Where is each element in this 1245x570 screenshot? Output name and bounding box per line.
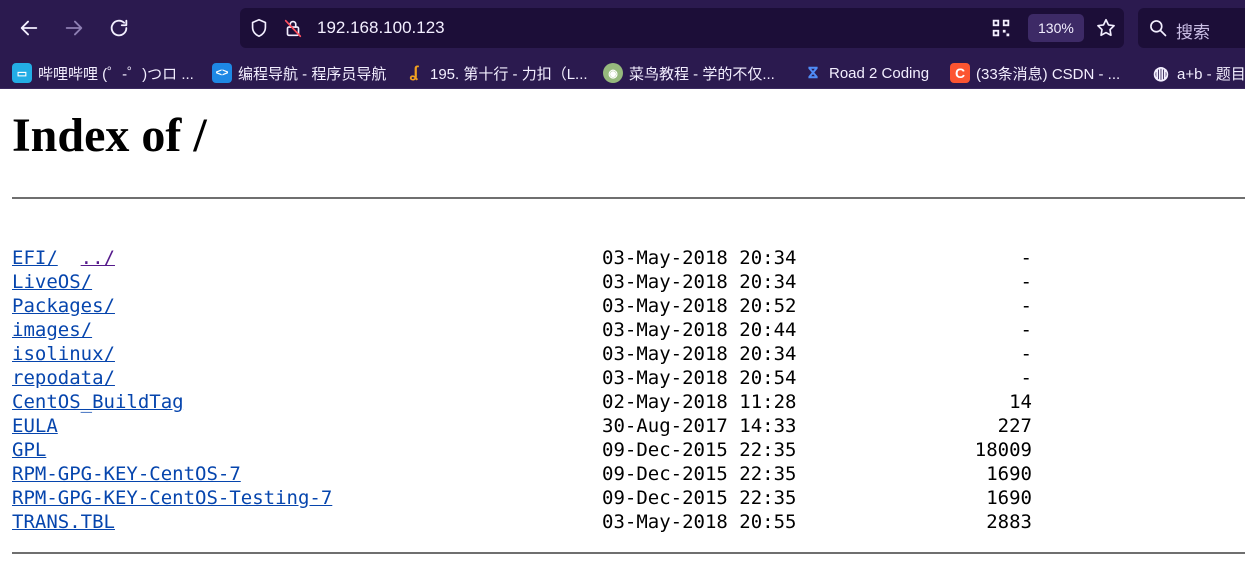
entry-link[interactable]: Packages/ [12,295,115,317]
entry-link[interactable]: repodata/ [12,367,115,389]
entry-date: 03-May-2018 20:34 [602,271,797,293]
bookmark-star-icon[interactable] [1095,17,1117,39]
bookmark-leetcode[interactable]: ʆ 195. 第十行 - 力扣（L... [404,61,588,85]
listing-row: images/03-May-2018 20:44 - [12,318,1052,342]
entry-size: - [1020,247,1032,269]
entry-size: - [1020,319,1032,341]
entry-link[interactable]: GPL [12,439,46,461]
top-divider [12,197,1245,199]
insecure-lock-icon[interactable] [282,17,304,39]
bookmarks-bar: ▭ 哔哩哔哩 (゜-゜)つロ ... <> 编程导航 - 程序员导航 ʆ 195… [0,57,1245,89]
listing-row: GPL 09-Dec-2015 22:35 18009 [12,438,1052,462]
leetcode-icon: ʆ [409,64,419,81]
parent-row: ../ [12,222,1052,269]
entry-size: - [1020,367,1032,389]
entry-date: 03-May-2018 20:44 [602,319,797,341]
zoom-level-button[interactable]: 130% [1028,14,1084,42]
entry-link[interactable]: EFI/ [12,247,58,269]
forward-button[interactable] [57,11,91,45]
listing-row: EFI/03-May-2018 20:34 - [12,246,1052,270]
bookmark-a-plus-b[interactable]: ◍ a+b - 题目 [1151,61,1245,85]
browser-toolbar: 192.168.100.123 130% 搜索 [0,0,1245,57]
code-nav-icon: <> [212,63,232,83]
entry-date: 09-Dec-2015 22:35 [602,439,797,461]
directory-listing: ../ EFI/03-May-2018 20:34- LiveOS/03-May-… [12,222,1052,534]
entry-date: 30-Aug-2017 14:33 [602,415,797,437]
entry-size: - [1020,343,1032,365]
listing-row: TRANS.TBL 03-May-2018 20:55 2883 [12,510,1052,534]
entry-link[interactable]: images/ [12,319,92,341]
back-button[interactable] [12,11,46,45]
bookmark-label: (33条消息) CSDN - ... [976,65,1121,83]
entry-size: 18009 [974,439,1032,461]
bookmark-road2coding[interactable]: ⴵ Road 2 Coding [803,61,929,85]
bookmark-label: 菜鸟教程 - 学的不仅... [629,65,775,83]
entry-link[interactable]: RPM-GPG-KEY-CentOS-Testing-7 [12,487,332,509]
entry-link[interactable]: EULA [12,415,58,437]
entry-size: 227 [997,415,1032,437]
page-content: Index of / ../ EFI/03-May-2018 20:34- Liv… [0,89,1245,570]
page-title: Index of / [12,109,207,162]
csdn-icon: C [950,63,970,83]
address-bar[interactable]: 192.168.100.123 130% [240,8,1124,48]
bilibili-icon: ▭ [12,63,32,83]
listing-row: repodata/03-May-2018 20:54 - [12,366,1052,390]
entry-size: 1690 [986,487,1032,509]
bookmark-bilibili[interactable]: ▭ 哔哩哔哩 (゜-゜)つロ ... [12,61,194,85]
entry-size: 2883 [986,511,1032,533]
listing-row: LiveOS/03-May-2018 20:34 - [12,270,1052,294]
entry-size: 14 [1009,391,1032,413]
bookmark-label: a+b - 题目 [1177,65,1245,83]
entry-date: 09-Dec-2015 22:35 [602,487,797,509]
entry-size: - [1020,271,1032,293]
entry-date: 03-May-2018 20:34 [602,247,797,269]
runoob-icon: ◉ [603,63,623,83]
listing-row: Packages/03-May-2018 20:52 - [12,294,1052,318]
search-placeholder: 搜索 [1176,23,1210,43]
entry-link[interactable]: CentOS_BuildTag [12,391,184,413]
bookmark-label: 编程导航 - 程序员导航 [238,65,387,83]
listing-row: CentOS_BuildTag 02-May-2018 11:28 14 [12,390,1052,414]
entry-date: 02-May-2018 11:28 [602,391,797,413]
reload-button[interactable] [102,11,136,45]
entry-link[interactable]: RPM-GPG-KEY-CentOS-7 [12,463,241,485]
listing-row: RPM-GPG-KEY-CentOS-7 09-Dec-2015 22:35 169… [12,462,1052,486]
entry-date: 03-May-2018 20:54 [602,367,797,389]
listing-row: isolinux/03-May-2018 20:34 - [12,342,1052,366]
url-text[interactable]: 192.168.100.123 [317,18,445,38]
globe-icon: ◍ [1153,62,1169,83]
reload-icon [110,19,128,37]
footprint-icon: ⴵ [808,65,818,82]
entry-date: 03-May-2018 20:52 [602,295,797,317]
entry-date: 03-May-2018 20:55 [602,511,797,533]
bottom-divider [12,552,1245,554]
search-box[interactable]: 搜索 [1138,8,1245,48]
bookmark-code-nav[interactable]: <> 编程导航 - 程序员导航 [212,61,386,85]
arrow-right-icon [65,20,83,36]
entry-size: 1690 [986,463,1032,485]
bookmark-label: 195. 第十行 - 力扣（L... [430,65,588,83]
entry-date: 09-Dec-2015 22:35 [602,463,797,485]
bookmark-label: 哔哩哔哩 (゜-゜)つロ ... [38,65,194,83]
listing-row: RPM-GPG-KEY-CentOS-Testing-7 09-Dec-2015 … [12,486,1052,510]
entry-size: - [1020,295,1032,317]
arrow-left-icon [20,20,38,36]
entry-link[interactable]: TRANS.TBL [12,511,115,533]
shield-icon[interactable] [248,17,270,39]
bookmark-label: Road 2 Coding [829,64,930,82]
entry-link[interactable]: LiveOS/ [12,271,92,293]
bookmark-csdn[interactable]: C (33条消息) CSDN - ... [950,61,1120,85]
qr-code-icon[interactable] [990,17,1012,39]
bookmark-runoob[interactable]: ◉ 菜鸟教程 - 学的不仅... [603,61,775,85]
entry-date: 03-May-2018 20:34 [602,343,797,365]
search-icon [1150,20,1167,37]
entry-link[interactable]: isolinux/ [12,343,115,365]
browser-chrome: 192.168.100.123 130% 搜索 ▭ 哔哩哔哩 (゜-゜)つロ .… [0,0,1245,89]
listing-row: EULA 30-Aug-2017 14:33 227 [12,414,1052,438]
